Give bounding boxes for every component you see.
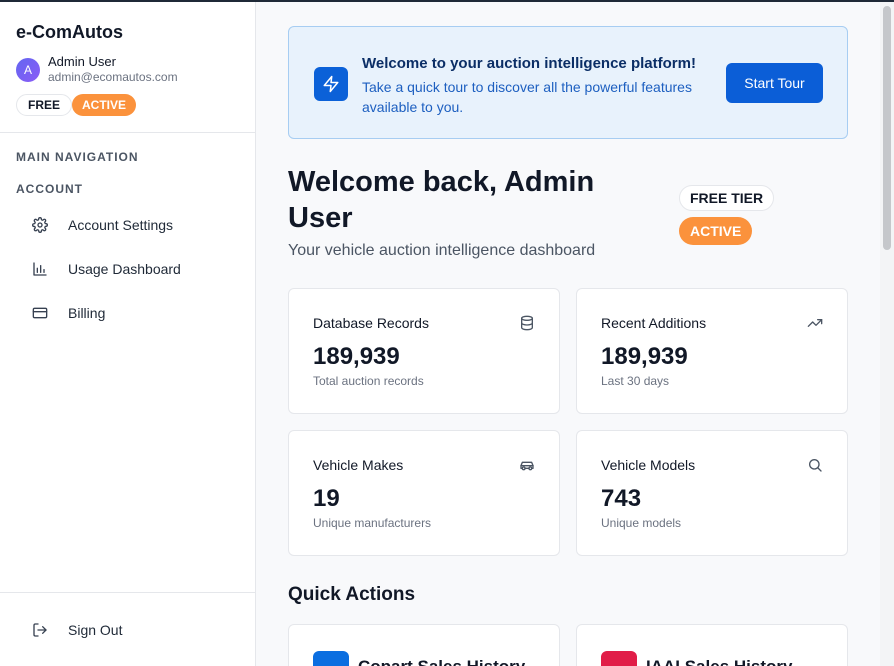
- stat-card-recent-additions: Recent Additions 189,939 Last 30 days: [576, 288, 848, 414]
- copart-icon: [313, 651, 349, 666]
- sidebar-item-account-settings[interactable]: Account Settings: [24, 209, 240, 241]
- start-tour-button[interactable]: Start Tour: [726, 63, 823, 103]
- stat-label: Recent Additions: [601, 315, 707, 331]
- gear-icon: [32, 217, 48, 233]
- iaai-icon: [601, 651, 637, 666]
- quick-action-iaai-sales-history[interactable]: IAAI Sales History: [576, 624, 848, 666]
- stat-card-vehicle-makes: Vehicle Makes 19 Unique manufacturers: [288, 430, 560, 556]
- stat-value: 743: [601, 485, 642, 512]
- stat-card-vehicle-models: Vehicle Models 743 Unique models: [576, 430, 848, 556]
- banner-title: Welcome to your auction intelligence pla…: [362, 55, 696, 72]
- sidebar-item-usage-dashboard[interactable]: Usage Dashboard: [24, 253, 240, 285]
- brand-name: e-ComAutos: [16, 22, 123, 42]
- search-icon: [807, 457, 823, 473]
- quick-action-copart-sales-history[interactable]: Copart Sales History: [288, 624, 560, 666]
- sign-out-label: Sign Out: [68, 622, 123, 638]
- car-icon: [519, 457, 535, 473]
- sidebar-item-label: Account Settings: [68, 217, 174, 233]
- plan-badge: FREE: [16, 94, 73, 116]
- bar-chart-icon: [32, 261, 48, 277]
- tier-badge: FREE TIER: [679, 185, 775, 211]
- avatar: A: [16, 58, 40, 82]
- stat-label: Vehicle Makes: [313, 457, 404, 473]
- banner-text: Take a quick tour to discover all the po…: [362, 79, 692, 115]
- quick-action-label: Copart Sales History: [358, 657, 525, 666]
- section-label-main-navigation: MAIN NAVIGATION: [16, 150, 139, 164]
- stat-note: Last 30 days: [601, 374, 670, 388]
- status-badge: ACTIVE: [72, 94, 137, 116]
- sidebar-divider: [0, 132, 256, 133]
- credit-card-icon: [32, 305, 48, 321]
- status-badge: ACTIVE: [679, 217, 753, 245]
- stat-value: 19: [313, 485, 340, 512]
- quick-actions-title: Quick Actions: [288, 584, 416, 605]
- stat-label: Database Records: [313, 315, 429, 331]
- sidebar: e-ComAutos A Admin User admin@ecomautos.…: [0, 2, 256, 666]
- sidebar-item-billing[interactable]: Billing: [24, 297, 240, 329]
- sidebar-item-label: Billing: [68, 305, 106, 321]
- page-title: Welcome back, Admin User: [288, 166, 595, 234]
- user-email: admin@ecomautos.com: [48, 70, 178, 84]
- stat-card-database-records: Database Records 189,939 Total auction r…: [288, 288, 560, 414]
- sidebar-item-label: Usage Dashboard: [68, 261, 181, 277]
- database-icon: [519, 315, 535, 331]
- main-content: Welcome to your auction intelligence pla…: [257, 2, 880, 666]
- stat-value: 189,939: [601, 343, 688, 370]
- stat-note: Total auction records: [313, 374, 424, 388]
- sidebar-divider: [0, 592, 256, 593]
- section-label-account: ACCOUNT: [16, 182, 83, 196]
- stat-note: Unique models: [601, 516, 682, 530]
- quick-action-label: IAAI Sales History: [646, 657, 792, 666]
- sign-out-button[interactable]: Sign Out: [24, 614, 240, 646]
- main-scrollbar-thumb[interactable]: [883, 6, 891, 250]
- stat-label: Vehicle Models: [601, 457, 696, 473]
- welcome-banner: Welcome to your auction intelligence pla…: [288, 26, 848, 139]
- stat-note: Unique manufacturers: [313, 516, 432, 530]
- log-out-icon: [32, 622, 48, 638]
- stat-value: 189,939: [313, 343, 400, 370]
- page-subtitle: Your vehicle auction intelligence dashbo…: [288, 242, 596, 259]
- user-name: Admin User: [48, 54, 116, 69]
- lightning-icon: [314, 67, 348, 101]
- trending-up-icon: [807, 315, 823, 331]
